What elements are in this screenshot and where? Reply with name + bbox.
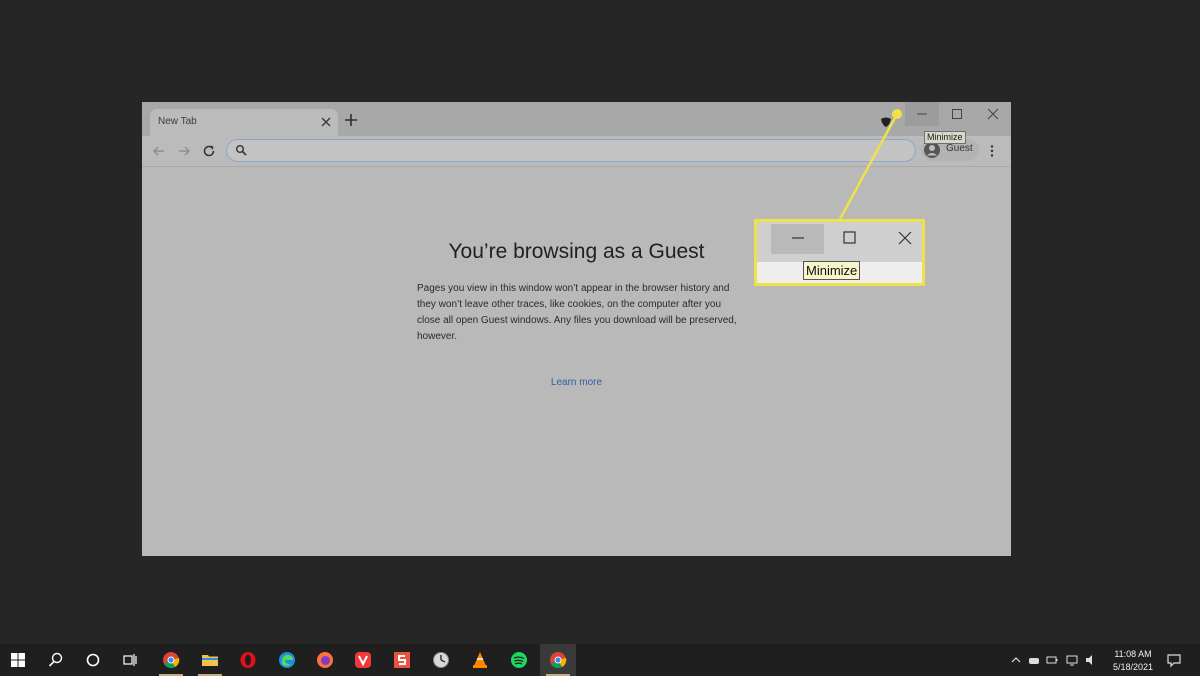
taskbar-spotify[interactable] xyxy=(501,644,537,676)
minimize-icon xyxy=(917,113,927,115)
zoomed-minimize-button xyxy=(771,224,824,254)
learn-more-link[interactable]: Learn more xyxy=(142,377,1011,388)
volume-icon[interactable] xyxy=(1085,654,1097,666)
zoomed-maximize-icon xyxy=(843,231,856,244)
taskbar-chrome[interactable] xyxy=(153,644,189,676)
taskbar-vivaldi[interactable] xyxy=(345,644,381,676)
taskbar-file-explorer[interactable] xyxy=(192,644,228,676)
taskbar-sumo[interactable] xyxy=(384,644,420,676)
cloud-icon[interactable] xyxy=(1028,654,1040,666)
task-view-button[interactable] xyxy=(112,644,148,676)
extension-icon[interactable] xyxy=(880,116,892,128)
maximize-icon xyxy=(952,109,962,119)
chrome-icon xyxy=(550,652,567,669)
omnibox[interactable] xyxy=(226,139,916,162)
sumo-icon xyxy=(394,652,410,668)
search-icon xyxy=(48,652,63,667)
tray-chevron-icon[interactable] xyxy=(1010,654,1022,666)
taskbar-clock-app[interactable] xyxy=(423,644,459,676)
notification-center-icon[interactable] xyxy=(1166,652,1182,668)
cortana-button[interactable] xyxy=(75,644,111,676)
firefox-icon xyxy=(317,652,333,668)
clock-time: 11:08 AM xyxy=(1114,649,1152,659)
vlc-icon xyxy=(473,652,487,668)
zoomed-minimize-tooltip: Minimize xyxy=(803,261,861,280)
profile-label: Guest xyxy=(946,143,973,154)
chrome-icon xyxy=(163,652,180,669)
close-window-icon xyxy=(987,108,999,120)
guest-avatar-icon xyxy=(924,142,940,158)
clock-date: 5/18/2021 xyxy=(1112,662,1154,672)
zoomed-minimize-icon xyxy=(792,237,804,239)
tab-strip: New Tab xyxy=(142,102,1011,136)
battery-icon[interactable] xyxy=(1046,654,1058,666)
close-window-button[interactable] xyxy=(976,102,1010,126)
taskbar-opera[interactable] xyxy=(230,644,266,676)
close-icon[interactable] xyxy=(319,115,333,129)
opera-icon xyxy=(240,652,256,668)
clock-app-icon xyxy=(433,652,449,668)
minimize-button[interactable] xyxy=(905,102,939,126)
new-tab-plus-icon[interactable] xyxy=(344,113,358,127)
edge-icon xyxy=(279,652,295,668)
more-menu-icon[interactable] xyxy=(987,144,997,158)
tab-title: New Tab xyxy=(158,116,197,127)
browser-toolbar: Guest xyxy=(142,136,1011,167)
taskbar-clock[interactable]: 11:08 AM 5/18/2021 xyxy=(1106,648,1160,674)
spotify-icon xyxy=(511,652,527,668)
zoomed-close-icon xyxy=(898,231,912,245)
forward-arrow-icon[interactable] xyxy=(177,144,191,158)
folder-icon xyxy=(202,655,218,666)
network-icon[interactable] xyxy=(1066,654,1078,666)
taskbar-edge[interactable] xyxy=(269,644,305,676)
reload-icon[interactable] xyxy=(202,144,216,158)
task-view-icon xyxy=(123,654,137,666)
zoom-callout: Minimize xyxy=(754,219,925,286)
search-icon xyxy=(236,145,247,156)
start-button[interactable] xyxy=(0,644,36,676)
taskbar-chrome-active[interactable] xyxy=(540,644,576,676)
cortana-icon xyxy=(86,653,100,667)
taskbar-firefox[interactable] xyxy=(307,644,343,676)
taskbar-vlc[interactable] xyxy=(462,644,498,676)
vivaldi-icon xyxy=(355,652,371,668)
maximize-button[interactable] xyxy=(940,102,974,126)
tab-new-tab[interactable]: New Tab xyxy=(150,109,338,136)
windows-icon xyxy=(11,653,25,667)
minimize-tooltip: Minimize xyxy=(924,131,966,144)
search-button[interactable] xyxy=(38,644,74,676)
guest-description: Pages you view in this window won’t appe… xyxy=(417,283,737,342)
browser-window: New Tab Guest You’re browsing as a Guest… xyxy=(142,102,1011,556)
taskbar: 11:08 AM 5/18/2021 xyxy=(0,644,1200,676)
address-input[interactable] xyxy=(253,142,897,160)
back-arrow-icon[interactable] xyxy=(152,144,166,158)
